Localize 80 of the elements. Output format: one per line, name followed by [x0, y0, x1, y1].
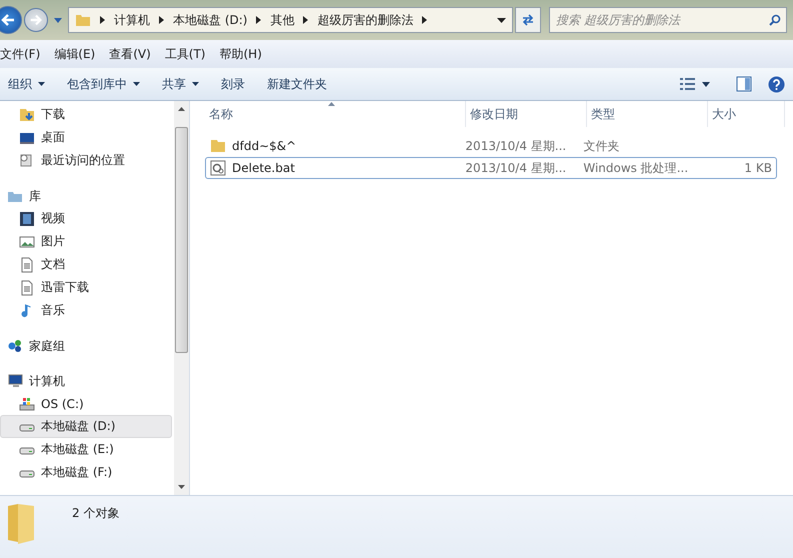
caret-icon	[38, 82, 45, 86]
caret-icon[interactable]	[702, 82, 710, 86]
nav-item[interactable]: 本地磁盘 (D:)	[0, 415, 172, 438]
nav-item[interactable]: 视频	[0, 207, 172, 230]
forward-button[interactable]	[24, 8, 48, 32]
column-header[interactable]: 大小	[708, 101, 785, 127]
history-dropdown-icon[interactable]	[54, 18, 62, 22]
breadcrumb[interactable]: 计算机	[114, 12, 150, 28]
nav-icon	[7, 373, 23, 389]
table-cell-text: 2013/10/4 星期...	[464, 160, 568, 176]
preview-pane-icon[interactable]	[736, 76, 752, 92]
nav-item[interactable]: OS (C:)	[0, 392, 172, 415]
nav-icon	[19, 210, 35, 226]
chevron-icon[interactable]	[159, 16, 164, 24]
folder-icon	[6, 502, 36, 544]
address-bar[interactable]: 计算机 本地磁盘 (D:) 其他 超级厉害的删除法	[68, 7, 513, 33]
nav-icon	[19, 234, 35, 250]
nav-item[interactable]: 图片	[0, 230, 172, 253]
chevron-icon[interactable]	[100, 16, 105, 24]
table-cell: 1 KB	[744, 161, 772, 175]
nav-item[interactable]: 迅雷下载	[0, 276, 172, 299]
nav-item[interactable]: 下载	[0, 103, 172, 126]
search-icon	[769, 14, 781, 26]
nav-icon	[7, 338, 23, 354]
nav-group-item[interactable]: 家庭组	[0, 335, 174, 357]
nav-icon	[19, 256, 35, 272]
back-button[interactable]	[0, 6, 22, 34]
file-name: dfdd~$&^	[232, 139, 296, 153]
nav-group-item[interactable]: 计算机	[0, 370, 174, 392]
chevron-icon[interactable]	[422, 16, 428, 24]
dropdown-icon[interactable]	[497, 18, 506, 22]
scroll-up-icon[interactable]	[178, 107, 185, 111]
menu-item[interactable]: 文件(F)	[0, 46, 40, 62]
item-count: 2 个对象	[72, 505, 120, 522]
nav-icon	[19, 106, 35, 122]
toolbar-button[interactable]: 共享	[154, 72, 207, 96]
toolbar-button[interactable]: 组织	[0, 72, 53, 96]
scrollbar[interactable]	[174, 101, 189, 495]
nav-item[interactable]: 本地磁盘 (F:)	[0, 461, 172, 484]
caret-icon	[192, 82, 199, 86]
nav-item[interactable]: 音乐	[0, 299, 172, 322]
nav-item[interactable]: 本地磁盘 (E:)	[0, 438, 172, 461]
toolbar-button[interactable]: 刻录	[213, 72, 253, 96]
search-field[interactable]: 搜索 超级厉害的删除法	[549, 7, 787, 33]
chevron-icon[interactable]	[303, 16, 308, 24]
nav-item[interactable]: 最近访问的位置	[0, 149, 172, 172]
column-header[interactable]: 类型	[587, 101, 708, 127]
refresh-button[interactable]	[515, 7, 541, 33]
toolbar-button[interactable]: 新建文件夹	[259, 72, 335, 96]
file-icon	[210, 160, 226, 176]
scroll-down-icon[interactable]	[178, 485, 185, 489]
table-cell-text: 2013/10/4 星期...	[464, 138, 568, 154]
help-icon[interactable]	[768, 76, 785, 92]
caret-icon	[133, 82, 140, 86]
breadcrumb[interactable]: 超级厉害的删除法	[317, 12, 414, 28]
nav-icon	[19, 396, 35, 412]
chevron-icon[interactable]	[256, 16, 262, 24]
refresh-icon	[521, 13, 535, 27]
menu-item[interactable]: 编辑(E)	[54, 46, 96, 62]
nav-item[interactable]: 文档	[0, 253, 172, 276]
nav-icon	[19, 280, 35, 296]
nav-group-item[interactable]: 库	[0, 185, 174, 207]
breadcrumb[interactable]: 本地磁盘 (D:)	[173, 12, 248, 28]
nav-item[interactable]: 桌面	[0, 126, 172, 149]
file-name: Delete.bat	[232, 161, 295, 175]
left-arrow-icon	[0, 12, 16, 28]
right-arrow-icon	[29, 13, 43, 27]
table-cell-text: 文件夹	[582, 138, 620, 154]
file-row[interactable]: Delete.bat 2013/10/4 星期... Windows 批处理... 1 KB	[205, 157, 777, 179]
menu-item[interactable]: 帮助(H)	[220, 46, 262, 62]
menu-item[interactable]: 查看(V)	[109, 46, 151, 62]
breadcrumb[interactable]: 其他	[270, 12, 294, 28]
folder-icon	[75, 12, 91, 28]
table-cell-text: Windows 批处理...	[582, 160, 690, 176]
file-row[interactable]: dfdd~$&^ 2013/10/4 星期... 文件夹	[205, 135, 777, 157]
file-icon	[210, 138, 226, 154]
column-header[interactable]: 修改日期	[466, 101, 587, 127]
view-options-icon[interactable]	[680, 78, 696, 90]
menu-item[interactable]: 工具(T)	[164, 46, 206, 62]
toolbar-button[interactable]: 包含到库中	[59, 72, 148, 96]
